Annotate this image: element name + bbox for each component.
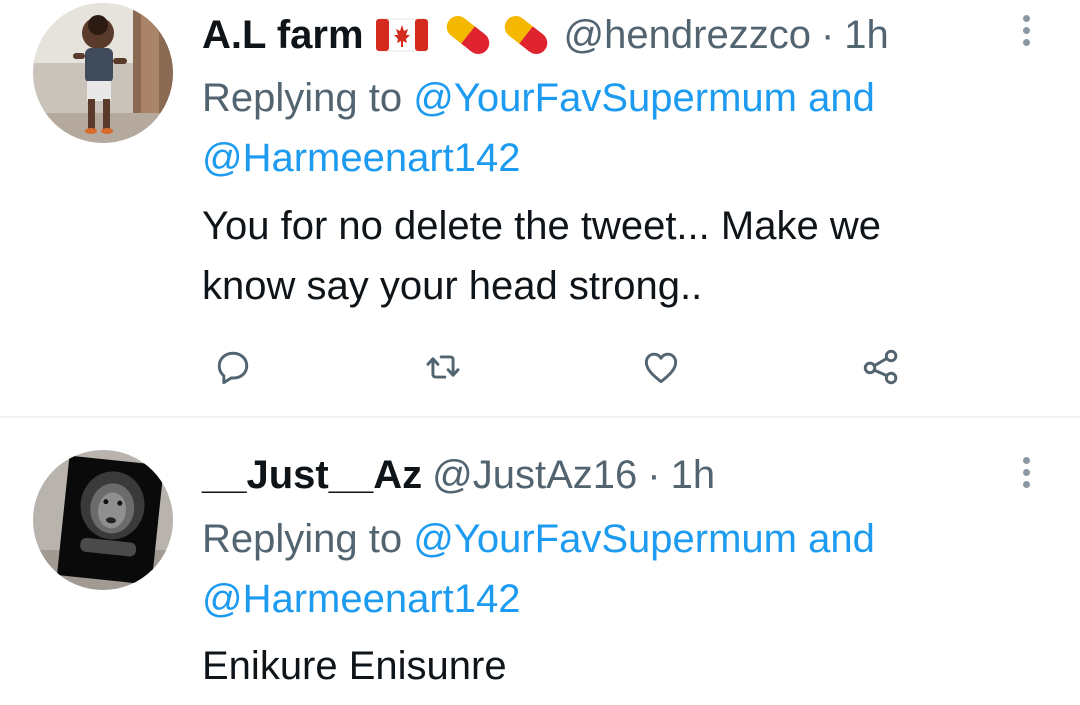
reply-joiner[interactable]: and <box>808 76 875 120</box>
display-name[interactable]: __Just__Az <box>202 453 422 498</box>
mention-link[interactable]: @YourFavSupermum <box>413 517 797 561</box>
pill-icon <box>440 12 496 58</box>
replying-to-label: Replying to <box>202 76 403 120</box>
tweet-header: __Just__Az @JustAz16 · 1h <box>202 445 715 505</box>
timestamp[interactable]: 1h <box>671 453 716 498</box>
more-options-icon[interactable] <box>1012 452 1040 492</box>
timestamp[interactable]: 1h <box>844 13 889 58</box>
tweet-text-line: Enikure Enisunre <box>202 644 507 688</box>
replying-to: Replying to @YourFavSupermum and @Harmee… <box>202 509 1022 629</box>
replying-to: Replying to @YourFavSupermum and @Harmee… <box>202 68 1022 188</box>
display-name[interactable]: A.L farm <box>202 13 364 58</box>
more-options-icon[interactable] <box>1012 10 1040 50</box>
tweet-header: A.L farm @hendrezzco · 1h <box>202 5 889 65</box>
handle[interactable]: @JustAz16 <box>432 453 637 498</box>
mention-link[interactable]: @YourFavSupermum <box>413 76 797 120</box>
tweet-text-line: know say your head strong.. <box>202 264 703 308</box>
avatar[interactable] <box>33 450 173 590</box>
share-icon[interactable] <box>856 342 906 392</box>
mention-link[interactable]: @Harmeenart142 <box>202 136 521 180</box>
separator-dot: · <box>820 12 835 57</box>
pill-icon <box>498 12 554 58</box>
tweet[interactable]: A.L farm @hendrezzco · 1h Replying to @Y… <box>0 0 1080 418</box>
tweet-text: Enikure Enisunre <box>202 636 1032 696</box>
tweet[interactable]: __Just__Az @JustAz16 · 1h Replying to @Y… <box>0 420 1080 705</box>
canada-flag-icon <box>375 17 428 53</box>
mention-link[interactable]: @Harmeenart142 <box>202 577 521 621</box>
retweet-icon[interactable] <box>418 342 468 392</box>
reply-icon[interactable] <box>208 342 258 392</box>
tweet-text-line: You for no delete the tweet... Make we <box>202 204 881 248</box>
tweet-text: You for no delete the tweet... Make we k… <box>202 196 1032 316</box>
reply-joiner[interactable]: and <box>808 517 875 561</box>
avatar[interactable] <box>33 3 173 143</box>
tweet-actions <box>0 342 1080 392</box>
like-icon[interactable] <box>636 342 686 392</box>
handle[interactable]: @hendrezzco <box>564 13 811 58</box>
separator-dot: · <box>647 452 661 497</box>
replying-to-label: Replying to <box>202 517 403 561</box>
